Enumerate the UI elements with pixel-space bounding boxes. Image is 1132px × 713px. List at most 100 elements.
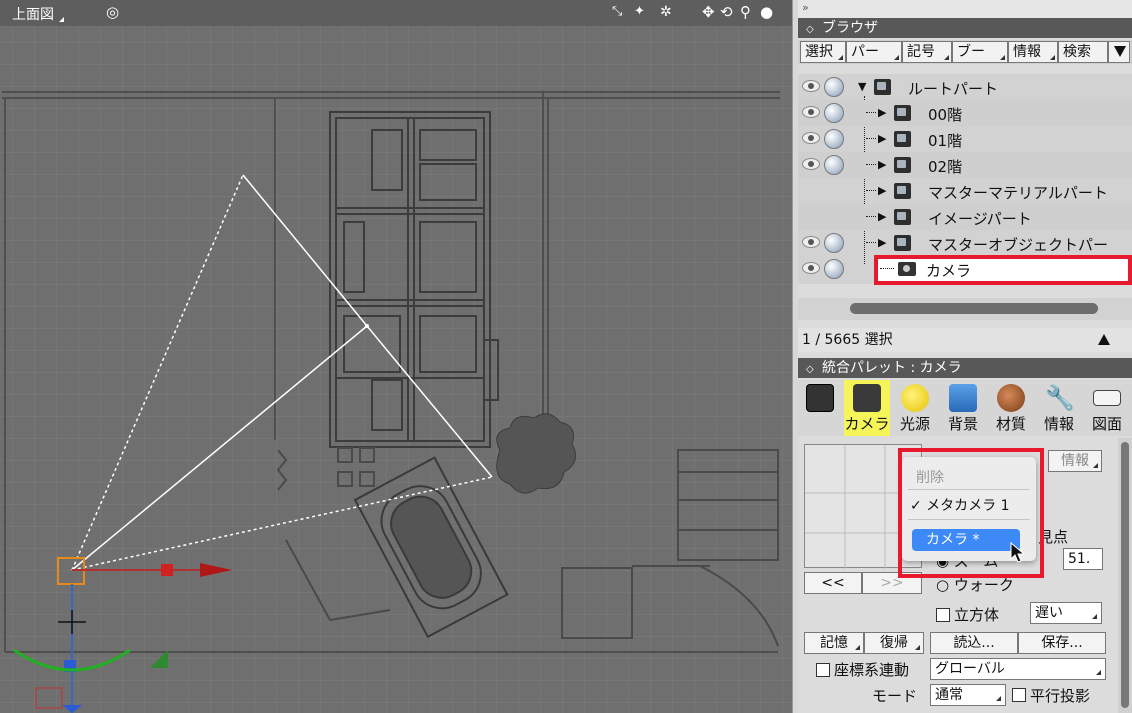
expand-right-icon[interactable]: ▶	[878, 106, 886, 119]
tab-object[interactable]	[800, 380, 840, 436]
tab-background[interactable]: 背景	[940, 380, 986, 436]
sphere-icon[interactable]	[824, 77, 844, 97]
tab-search[interactable]: 検索	[1058, 41, 1108, 63]
tree-label: マスターマテリアルパート	[928, 184, 1108, 202]
viewport[interactable]: 上面図 ◎ ⤡ ✦ ✲ ✥ ⟲ ⚲ ●	[0, 0, 792, 713]
triangle-down-icon	[1114, 46, 1126, 57]
eye-icon[interactable]	[802, 80, 820, 92]
part-icon	[894, 105, 911, 121]
eye-icon[interactable]	[802, 106, 820, 118]
tree-label: ルートパート	[908, 80, 999, 98]
eye-icon[interactable]	[802, 132, 820, 144]
expand-right-icon[interactable]: ▶	[878, 158, 886, 171]
tree-label: 02階	[928, 158, 963, 176]
viewport-toolbar: 上面図 ◎ ⤡ ✦ ✲ ✥ ⟲ ⚲ ●	[0, 0, 792, 26]
tree-connector	[866, 138, 876, 139]
sphere-icon[interactable]	[824, 233, 844, 253]
tab-select[interactable]: 選択	[800, 41, 846, 63]
tree-row-02[interactable]: ▶ 02階	[798, 152, 1132, 178]
expand-right-icon[interactable]: ▶	[878, 210, 886, 223]
tab-light[interactable]: 光源	[892, 380, 938, 436]
sphere-icon[interactable]	[824, 103, 844, 123]
expand-down-icon[interactable]: ▼	[858, 80, 866, 93]
mouse-cursor-icon	[1010, 542, 1026, 563]
tree-row-master-object[interactable]: ▶ マスターオブジェクトパー	[798, 230, 1132, 256]
parallel-checkbox[interactable]	[1012, 688, 1026, 702]
browser-status-bar: 1 / 5665 選択	[798, 328, 1132, 352]
expand-right-icon[interactable]: ▶	[878, 236, 886, 249]
tab-part[interactable]: パー	[846, 41, 902, 63]
wrench-icon: 🔧	[1045, 384, 1075, 412]
triangle-up-icon[interactable]	[1098, 334, 1110, 345]
background-icon	[949, 384, 977, 412]
tree-row-image[interactable]: ▶ イメージパート	[798, 204, 1132, 230]
sphere-icon[interactable]	[824, 129, 844, 149]
cube-checkbox[interactable]	[936, 608, 950, 622]
diamond-icon: ◇	[806, 24, 814, 35]
load-button[interactable]: 読込...	[930, 632, 1018, 654]
tab-drawing[interactable]: 図面	[1084, 380, 1130, 436]
info-button[interactable]: 情報	[1048, 450, 1102, 472]
tree-row-00[interactable]: ▶ 00階	[798, 100, 1132, 126]
tree-connector	[866, 190, 876, 191]
tabs-menu-button[interactable]	[1108, 41, 1130, 63]
tab-material[interactable]: 材質	[988, 380, 1034, 436]
collapse-strip[interactable]: »	[798, 0, 1132, 18]
part-icon	[894, 235, 911, 251]
tree-row-camera[interactable]: カメラ	[798, 256, 1132, 282]
selection-count: 1 / 5665 選択	[802, 332, 893, 348]
scrollbar-thumb[interactable]	[850, 303, 1098, 314]
browser-title-bar[interactable]: ◇ ブラウザ	[798, 18, 1132, 38]
walk-label: ウォーク	[953, 576, 1014, 594]
tree-connector	[866, 164, 876, 165]
mode-select[interactable]: 通常	[930, 684, 1006, 706]
view-selector[interactable]: 上面図	[12, 4, 64, 24]
scrollbar-thumb[interactable]	[1121, 442, 1129, 708]
eye-icon[interactable]	[802, 158, 820, 170]
sphere-icon[interactable]	[824, 155, 844, 175]
expand-right-icon[interactable]: ▶	[878, 132, 886, 145]
fit-view-icon[interactable]: ⤡	[612, 3, 622, 21]
eye-icon[interactable]	[802, 236, 820, 248]
coord-system-select[interactable]: グローバル	[930, 658, 1106, 680]
tab-info[interactable]: 🔧 情報	[1036, 380, 1082, 436]
sphere-icon[interactable]	[824, 259, 844, 279]
shading-icon[interactable]: ●	[760, 3, 773, 21]
palette-title-bar[interactable]: ◇ 統合パレット : カメラ	[798, 358, 1132, 378]
tab-symbol[interactable]: 記号	[902, 41, 952, 63]
coord-link-checkbox[interactable]	[816, 663, 830, 677]
zoom-icon[interactable]: ⚲	[740, 3, 751, 21]
tree-row-root[interactable]: ▼ ルートパート	[798, 74, 1132, 100]
floor-plan-scene	[2, 91, 780, 713]
render-settings-icon[interactable]: ✲	[660, 3, 672, 21]
palette-vertical-scrollbar[interactable]	[1118, 438, 1132, 713]
ruler-icon	[1093, 390, 1121, 406]
save-button[interactable]: 保存...	[1018, 632, 1106, 654]
speed-select[interactable]: 遅い	[1030, 602, 1102, 624]
tree-label: 00階	[928, 106, 963, 124]
coord-link-label: 座標系連動	[834, 661, 910, 679]
tab-info[interactable]: 情報	[1008, 41, 1058, 63]
eye-icon[interactable]	[802, 262, 820, 274]
right-panels: » ◇ ブラウザ 選択 パー 記号 ブー 情報 検索 ▼ ルートパート ▶ 00階	[798, 0, 1132, 713]
restore-button[interactable]: 復帰	[864, 632, 924, 654]
tree-row-01[interactable]: ▶ 01階	[798, 126, 1132, 152]
expand-right-icon[interactable]: ▶	[878, 184, 886, 197]
target-icon[interactable]: ◎	[106, 3, 119, 21]
tree-horizontal-scrollbar[interactable]	[798, 298, 1132, 320]
tree-connector	[866, 216, 876, 217]
object-icon	[806, 384, 834, 412]
rotate-icon[interactable]: ⟲	[720, 3, 733, 21]
tab-boolean[interactable]: ブー	[952, 41, 1008, 63]
pan-icon[interactable]: ✥	[702, 3, 715, 21]
tab-camera[interactable]: カメラ	[844, 380, 890, 436]
tree-row-master-material[interactable]: ▶ マスターマテリアルパート	[798, 178, 1132, 204]
prev-button[interactable]: <<	[804, 572, 862, 594]
cube-label: 立方体	[954, 606, 1000, 624]
zoom-extents-icon[interactable]: ✦	[634, 3, 645, 21]
part-icon	[874, 79, 891, 95]
mode-label: モード	[872, 687, 918, 705]
value-field[interactable]: 51.	[1063, 548, 1103, 570]
tree-connector	[866, 242, 876, 243]
memory-button[interactable]: 記憶	[804, 632, 864, 654]
